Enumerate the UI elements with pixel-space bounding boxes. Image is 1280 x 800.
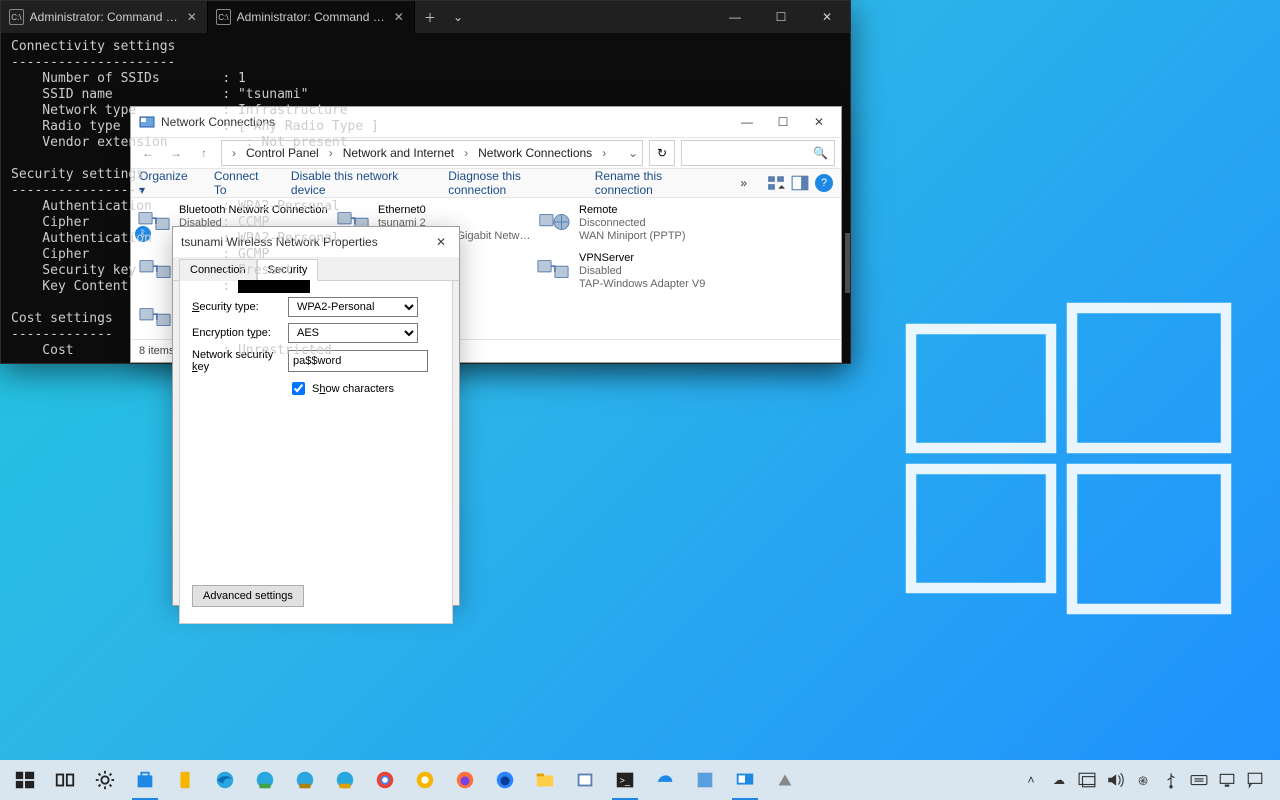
- terminal-tab-1[interactable]: C:\ Administrator: Command Prom ✕: [1, 1, 208, 33]
- tray-usb-icon[interactable]: [1162, 771, 1180, 789]
- app-taskbar-icon-6[interactable]: [766, 760, 804, 800]
- app-taskbar-icon-2[interactable]: [566, 760, 604, 800]
- tray-overflow-icon[interactable]: ˄: [1022, 771, 1040, 789]
- app-taskbar-icon-4[interactable]: [686, 760, 724, 800]
- tray-onedrive-icon[interactable]: ☁: [1050, 771, 1068, 789]
- edge-dev-taskbar-icon[interactable]: [286, 760, 324, 800]
- tray-action-center-icon[interactable]: [1246, 771, 1264, 789]
- terminal-tab-1-title: Administrator: Command Prom: [30, 10, 179, 24]
- terminal-tab-1-close[interactable]: ✕: [185, 10, 199, 24]
- tray-keyboard-icon[interactable]: [1190, 771, 1208, 789]
- terminal-tab-2[interactable]: C:\ Administrator: Command Prom ✕: [208, 1, 415, 33]
- tray-app-icon[interactable]: ֎: [1134, 771, 1152, 789]
- app-taskbar-icon-3[interactable]: [646, 760, 684, 800]
- term-close-button[interactable]: ✕: [804, 1, 850, 33]
- task-view-button[interactable]: [46, 760, 84, 800]
- terminal-new-tab-button[interactable]: ＋: [415, 1, 445, 33]
- term-maximize-button[interactable]: ☐: [758, 1, 804, 33]
- terminal-tab-dropdown[interactable]: ⌄: [445, 1, 471, 33]
- terminal-tabstrip: C:\ Administrator: Command Prom ✕ C:\ Ad…: [1, 1, 850, 33]
- edge-beta-taskbar-icon[interactable]: [246, 760, 284, 800]
- app-taskbar-icon-1[interactable]: [166, 760, 204, 800]
- edge-taskbar-icon[interactable]: [206, 760, 244, 800]
- chrome-taskbar-icon[interactable]: [366, 760, 404, 800]
- settings-taskbar-icon[interactable]: [86, 760, 124, 800]
- svg-text:>_: >_: [620, 776, 631, 786]
- app-taskbar-icon-5[interactable]: [726, 760, 764, 800]
- cmd-icon: C:\: [216, 9, 231, 25]
- tray-network-icon[interactable]: [1218, 771, 1236, 789]
- taskbar: >_ ˄ ☁ ֎: [0, 760, 1280, 800]
- term-minimize-button[interactable]: ―: [712, 1, 758, 33]
- store-taskbar-icon[interactable]: [126, 760, 164, 800]
- system-tray: ˄ ☁ ֎: [1022, 771, 1274, 789]
- firefox-taskbar-icon[interactable]: [446, 760, 484, 800]
- explorer-taskbar-icon[interactable]: [526, 760, 564, 800]
- terminal-taskbar-icon[interactable]: >_: [606, 760, 644, 800]
- terminal-scrollbar-thumb[interactable]: [845, 233, 850, 293]
- desktop-windows-logo: [890, 280, 1240, 630]
- terminal-output[interactable]: Connectivity settings ------------------…: [1, 33, 850, 363]
- tray-volume-icon[interactable]: [1106, 771, 1124, 789]
- redacted-key: [238, 280, 310, 293]
- show-characters-checkbox[interactable]: [292, 382, 305, 395]
- terminal-tab-2-close[interactable]: ✕: [392, 10, 406, 24]
- chrome-canary-taskbar-icon[interactable]: [406, 760, 444, 800]
- tray-display-icon[interactable]: [1078, 771, 1096, 789]
- terminal-tab-2-title: Administrator: Command Prom: [237, 10, 386, 24]
- terminal-window: C:\ Administrator: Command Prom ✕ C:\ Ad…: [0, 0, 851, 364]
- edge-canary-taskbar-icon[interactable]: [326, 760, 364, 800]
- start-button[interactable]: [6, 760, 44, 800]
- firefox-dev-taskbar-icon[interactable]: [486, 760, 524, 800]
- cmd-icon: C:\: [9, 9, 24, 25]
- advanced-settings-button[interactable]: Advanced settings: [192, 585, 304, 607]
- label-show-characters: Show characters: [312, 383, 394, 395]
